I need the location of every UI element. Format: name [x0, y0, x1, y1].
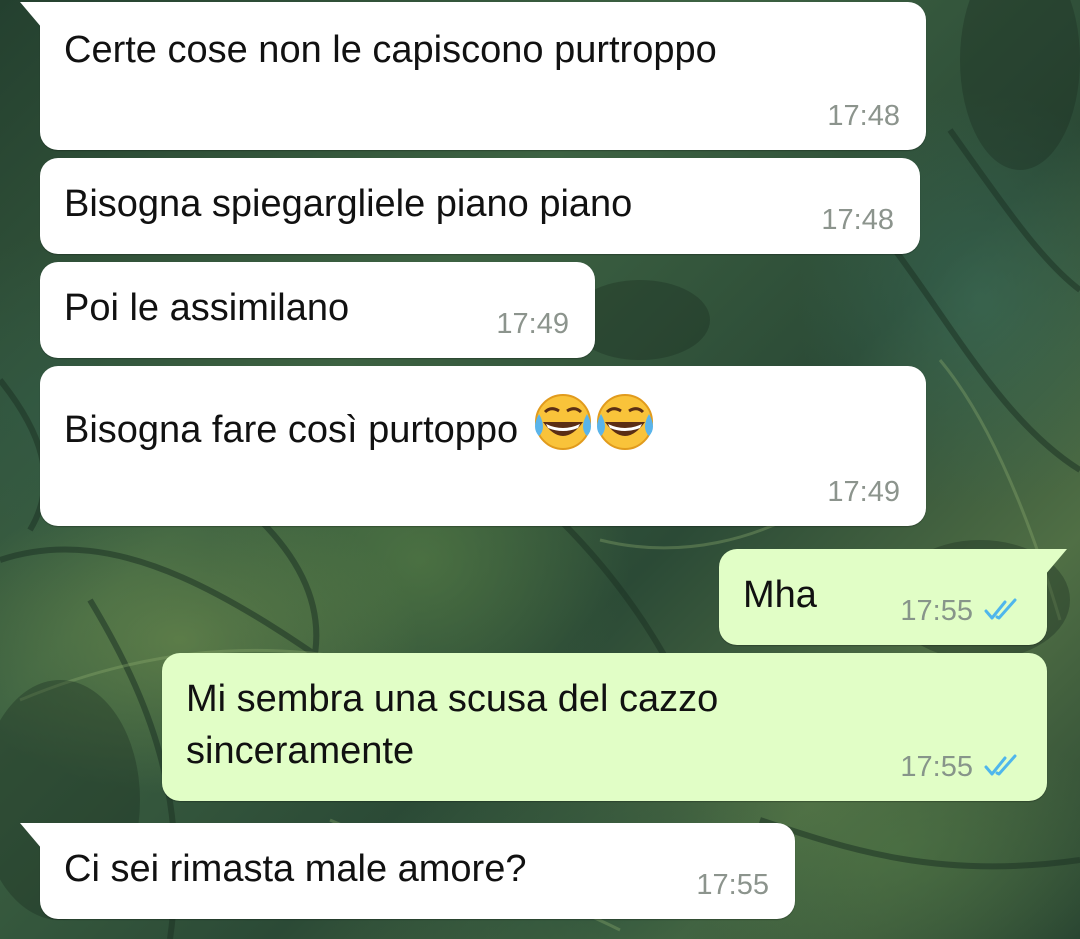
message-bubble-incoming[interactable]: Bisogna spiegargliele piano piano 17:48: [40, 158, 920, 254]
double-tick-read-icon: [984, 754, 1017, 776]
message-bubble-incoming[interactable]: Certe cose non le capiscono purtroppo 17…: [20, 2, 926, 150]
message-text: Bisogna spiegargliele piano piano: [64, 183, 633, 225]
message-text-line: Mi sembra una scusa del cazzo: [186, 678, 719, 720]
bubble-tail: [20, 823, 42, 849]
message-text: Mi sembra una scusa del cazzo sinceramen…: [186, 673, 718, 777]
message-timestamp: 17:49: [827, 476, 900, 508]
message-timestamp: 17:55: [900, 595, 973, 627]
face-with-tears-of-joy-icon: [596, 394, 653, 450]
message-timestamp: 17:48: [821, 204, 894, 236]
bubble-tail: [20, 2, 42, 28]
message-bubble-incoming[interactable]: Ci sei rimasta male amore? 17:55: [20, 823, 795, 919]
message-text: Poi le assimilano: [64, 287, 350, 329]
double-tick-read-icon: [984, 598, 1017, 620]
face-with-tears-of-joy-icon: [534, 394, 591, 450]
message-timestamp: 17:55: [900, 751, 973, 783]
message-text: Ci sei rimasta male amore?: [64, 848, 527, 890]
message-timestamp: 17:55: [696, 869, 769, 901]
message-text: Mha: [743, 574, 817, 616]
message-text-line: sinceramente: [186, 730, 415, 772]
message-bubble-incoming[interactable]: Poi le assimilano 17:49: [40, 262, 595, 358]
bubble-tail: [1045, 549, 1067, 575]
message-text-content: Bisogna fare così purtoppo: [64, 409, 519, 451]
message-bubble-outgoing[interactable]: Mi sembra una scusa del cazzo sinceramen…: [162, 653, 1047, 801]
message-text: Bisogna fare così purtoppo: [64, 392, 655, 456]
message-timestamp: 17:48: [827, 100, 900, 132]
message-text: Certe cose non le capiscono purtroppo: [64, 29, 717, 71]
message-bubble-incoming[interactable]: Bisogna fare così purtoppo 17:49: [40, 366, 926, 526]
message-timestamp: 17:49: [496, 308, 569, 340]
message-bubble-outgoing[interactable]: Mha 17:55: [719, 549, 1067, 645]
